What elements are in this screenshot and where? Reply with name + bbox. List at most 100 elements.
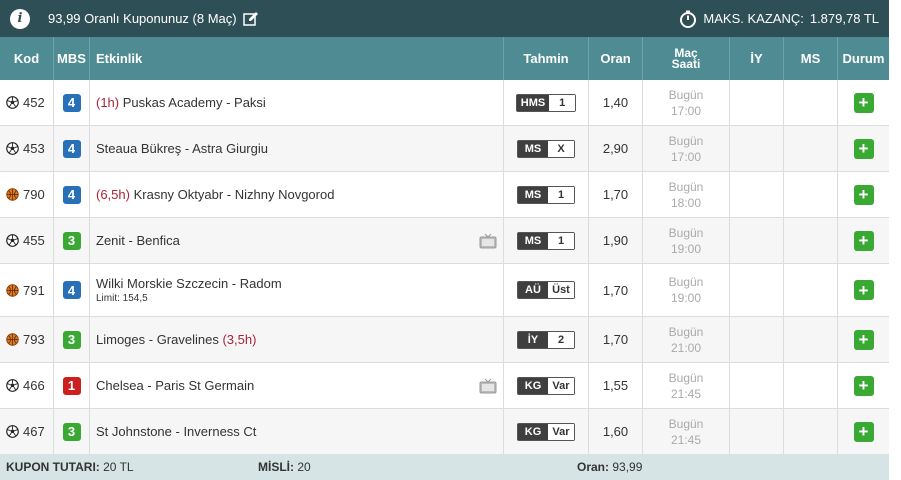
event-line[interactable]: Steaua Bükreş - Astra Giurgiu <box>96 141 268 156</box>
event-line[interactable]: (1h) Puskas Academy - Paksi <box>96 95 266 110</box>
prediction-value: 1 <box>549 94 576 111</box>
add-button[interactable]: + <box>853 230 874 251</box>
prediction-badge: MS 1 <box>517 185 575 204</box>
col-etkinlik: Etkinlik <box>90 37 504 80</box>
plus-icon: + <box>858 330 869 349</box>
prediction-cell: MS X <box>504 126 589 171</box>
match-time-cell: Bugün 21:45 <box>643 363 730 408</box>
event-line[interactable]: Wilki Morskie Szczecin - Radom <box>96 276 282 291</box>
event-cell: (6,5h) Krasny Oktyabr - Nizhny Novgorod <box>90 172 504 217</box>
add-button[interactable]: + <box>853 421 874 442</box>
info-icon[interactable]: i <box>10 8 30 29</box>
prediction-market: MS <box>518 186 548 203</box>
event-line[interactable]: St Johnstone - Inverness Ct <box>96 424 256 439</box>
prediction-cell: KG Var <box>504 409 589 454</box>
prediction-cell: İY 2 <box>504 317 589 362</box>
odds-cell: 1,55 <box>589 363 643 408</box>
mbs-cell: 4 <box>54 172 90 217</box>
plus-icon: + <box>858 93 869 112</box>
iy-cell <box>730 409 784 454</box>
match-code: 452 <box>23 95 45 110</box>
add-button[interactable]: + <box>853 375 874 396</box>
event-line[interactable]: Limoges - Gravelines (3,5h) <box>96 332 256 347</box>
add-button[interactable]: + <box>853 138 874 159</box>
misli-value: 20 <box>297 460 311 474</box>
kod-cell: 455 <box>0 218 54 263</box>
misli: MİSLİ: 20 <box>258 460 311 474</box>
match-time-cell: Bugün 17:00 <box>643 80 730 125</box>
mbs-badge: 4 <box>62 281 81 299</box>
mbs-badge: 3 <box>62 231 81 250</box>
col-iy: İY <box>730 37 784 80</box>
soccer-ball-icon <box>6 425 19 438</box>
event-cell: St Johnstone - Inverness Ct <box>90 409 504 454</box>
prediction-badge: MS 1 <box>517 231 575 250</box>
prediction-market: MS <box>518 140 548 157</box>
ms-cell <box>784 126 838 171</box>
odds-cell: 1,40 <box>589 80 643 125</box>
iy-cell <box>730 126 784 171</box>
odds-cell: 1,70 <box>589 264 643 316</box>
col-tahmin: Tahmin <box>504 37 589 80</box>
table-header: Kod MBS Etkinlik Tahmin Oran Maç Saati İY… <box>0 37 889 80</box>
match-day: Bugün <box>668 179 704 194</box>
max-win-label: MAKS. KAZANÇ: <box>703 11 804 26</box>
status-cell: + <box>838 317 889 362</box>
kupon-tutari: KUPON TUTARI: 20 TL <box>6 460 134 474</box>
max-win: MAKS. KAZANÇ: 1.879,78 TL <box>679 10 879 28</box>
match-time: 19:00 <box>670 291 702 305</box>
odds-cell: 1,70 <box>589 317 643 362</box>
event-name: Krasny Oktyabr - Nizhny Novgorod <box>133 187 335 202</box>
match-code: 453 <box>23 141 45 156</box>
match-day: Bugün <box>668 416 704 431</box>
kod-cell: 793 <box>0 317 54 362</box>
add-button[interactable]: + <box>853 92 874 113</box>
tv-icon[interactable] <box>479 378 497 394</box>
soccer-ball-icon <box>6 142 19 155</box>
col-ms: MS <box>784 37 838 80</box>
mbs-badge: 3 <box>62 330 81 349</box>
event-name: Puskas Academy - Paksi <box>122 95 266 110</box>
prediction-badge: KG Var <box>517 376 575 395</box>
status-cell: + <box>838 218 889 263</box>
basketball-icon <box>6 283 19 297</box>
match-day: Bugün <box>668 275 704 289</box>
mbs-cell: 4 <box>54 126 90 171</box>
soccer-ball-icon <box>6 379 19 392</box>
match-code: 791 <box>23 282 45 298</box>
plus-icon: + <box>858 280 869 300</box>
ms-cell <box>784 218 838 263</box>
mbs-cell: 4 <box>54 264 90 316</box>
mbs-badge: 3 <box>62 422 81 441</box>
add-button[interactable]: + <box>853 329 874 350</box>
plus-icon: + <box>858 139 869 158</box>
iy-cell <box>730 80 784 125</box>
event-line[interactable]: Zenit - Benfica <box>96 233 180 248</box>
event-cell: Wilki Morskie Szczecin - Radom Limit: 15… <box>90 264 504 316</box>
col-durum: Durum <box>842 51 885 66</box>
kod-cell: 790 <box>0 172 54 217</box>
add-button[interactable]: + <box>853 184 874 205</box>
prediction-badge: KG Var <box>517 422 575 441</box>
event-name: Wilki Morskie Szczecin - Radom <box>96 276 282 291</box>
total-oran-value: 93,99 <box>612 460 643 474</box>
ms-cell <box>784 409 838 454</box>
match-list: 452 4 (1h) Puskas Academy - Paksi HMS 1 … <box>0 80 889 455</box>
event-cell: Zenit - Benfica <box>90 218 504 263</box>
prediction-badge: MS X <box>517 139 575 158</box>
add-button[interactable]: + <box>853 280 874 300</box>
status-cell: + <box>838 172 889 217</box>
prediction-value: Var <box>548 423 574 440</box>
mbs-badge: 4 <box>62 139 81 158</box>
plus-icon: + <box>858 231 869 250</box>
ms-cell <box>784 172 838 217</box>
match-time-cell: Bugün 21:00 <box>643 317 730 362</box>
event-line[interactable]: Chelsea - Paris St Germain <box>96 378 254 393</box>
iy-cell <box>730 363 784 408</box>
prediction-badge: İY 2 <box>517 330 575 349</box>
tv-icon[interactable] <box>479 233 497 249</box>
edit-icon[interactable] <box>242 11 259 27</box>
match-code: 466 <box>23 378 45 393</box>
iy-cell <box>730 172 784 217</box>
event-line[interactable]: (6,5h) Krasny Oktyabr - Nizhny Novgorod <box>96 187 334 202</box>
